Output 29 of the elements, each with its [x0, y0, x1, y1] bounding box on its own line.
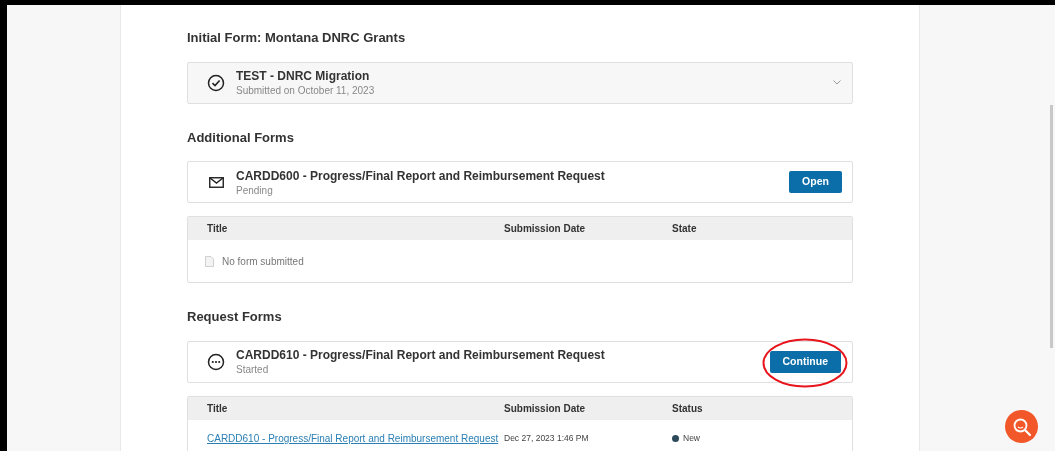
form-status: Submitted on October 11, 2023 [236, 84, 376, 97]
section-heading: Request Forms [187, 308, 283, 326]
form-status: Started [236, 363, 270, 376]
column-header: Title [207, 222, 229, 236]
submission-date: Dec 27, 2023 1:46 PM [504, 432, 590, 445]
document-icon [205, 255, 214, 267]
status-text: New [683, 432, 700, 445]
open-button[interactable]: Open [789, 171, 842, 193]
ellipsis-circle-icon [207, 352, 225, 371]
column-header: Submission Date [504, 222, 587, 236]
envelope-icon [208, 176, 224, 188]
form-link[interactable]: CARDD610 - Progress/Final Report and Reimbursement Request [207, 431, 504, 446]
check-circle-icon [207, 73, 225, 92]
form-status: Pending [236, 183, 274, 197]
search-icon [1011, 416, 1032, 437]
column-header: Submission Date [504, 401, 587, 416]
continue-button[interactable]: Continue [769, 350, 841, 373]
section-heading: Additional Forms [187, 128, 295, 147]
form-title: TEST - DNRC Migration [236, 68, 371, 84]
search-button[interactable] [1005, 410, 1038, 443]
column-header: Title [207, 401, 229, 416]
column-header: Status [672, 401, 704, 416]
scrollbar[interactable] [1050, 105, 1053, 348]
section-heading: Initial Form: Montana DNRC Grants [187, 29, 407, 47]
column-header: State [672, 222, 698, 236]
chevron-icon[interactable] [833, 80, 841, 85]
empty-message: No form submitted [222, 254, 304, 269]
form-title: CARDD600 - Progress/Final Report and Reimbursement Request [236, 167, 606, 184]
form-title: CARDD610 - Progress/Final Report and Reimbursement Request [236, 347, 606, 363]
